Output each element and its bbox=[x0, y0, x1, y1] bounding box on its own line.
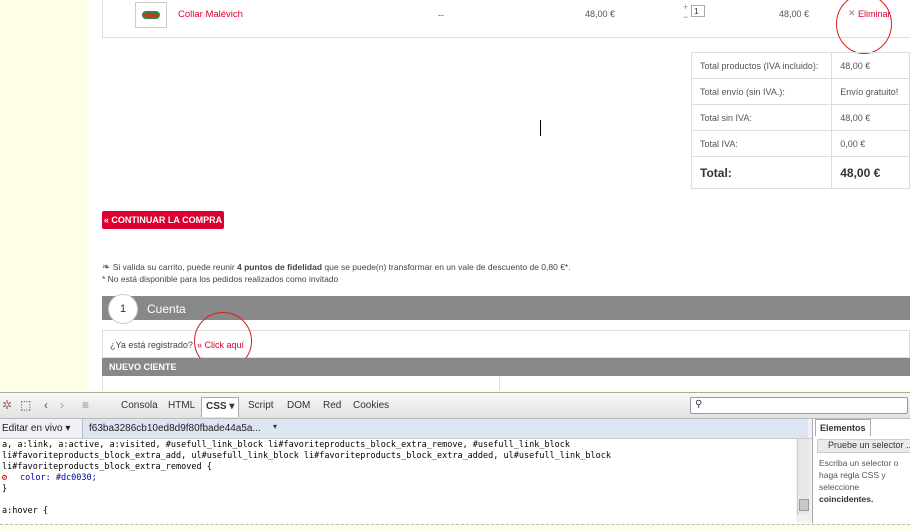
loyalty-points: 4 puntos de fidelidad bbox=[237, 262, 323, 272]
devtools-search-input[interactable]: ⚲ bbox=[690, 397, 908, 414]
grand-total-row: Total: 48,00 € bbox=[690, 156, 910, 189]
loyalty-text-post: que se puede(n) transformar en un vale d… bbox=[322, 262, 571, 272]
totals-value: 0,00 € bbox=[831, 130, 910, 157]
cart-product-row: Collar Malévich -- 48,00 € + − 1 48,00 €… bbox=[102, 0, 910, 38]
loyalty-message: ❧ Si valida su carrito, puede reunir 4 p… bbox=[102, 262, 571, 284]
totals-value: Envío gratuito! bbox=[831, 78, 910, 105]
quantity-stepper-up[interactable]: + bbox=[683, 3, 688, 12]
divider bbox=[0, 524, 910, 525]
cart-page: Collar Malévich -- 48,00 € + − 1 48,00 €… bbox=[88, 0, 910, 390]
cart-totals-table: Total productos (IVA incluido): 48,00 € … bbox=[690, 52, 910, 189]
forward-arrow-icon[interactable]: › bbox=[60, 398, 64, 412]
totals-row: Total sin IVA: 48,00 € bbox=[690, 104, 910, 131]
totals-label: Total IVA: bbox=[690, 130, 833, 157]
search-icon: ⚲ bbox=[695, 399, 703, 410]
totals-value: 48,00 € bbox=[831, 104, 910, 131]
new-client-body bbox=[102, 376, 910, 390]
tab-css-label: CSS bbox=[206, 401, 227, 412]
tab-css[interactable]: CSS ▾ bbox=[201, 397, 240, 417]
chevron-down-icon: ▾ bbox=[273, 422, 278, 431]
new-client-header: NUEVO CIENTE bbox=[102, 358, 910, 376]
quantity-field[interactable]: 1 bbox=[691, 5, 705, 17]
totals-value: 48,00 € bbox=[831, 52, 910, 79]
code-scrollbar[interactable] bbox=[797, 439, 809, 515]
code-line: a:hover { bbox=[2, 506, 49, 516]
product-unit-price: 48,00 € bbox=[585, 9, 616, 19]
grand-total-value: 48,00 € bbox=[831, 156, 910, 189]
back-arrow-icon[interactable]: ‹ bbox=[44, 398, 48, 412]
totals-label: Total productos (IVA incluido): bbox=[690, 52, 833, 79]
tab-red[interactable]: Red bbox=[323, 400, 341, 411]
loyalty-text-pre: Si valida su carrito, puede reunir bbox=[112, 262, 238, 272]
edit-live-label: Editar en vivo bbox=[2, 423, 63, 434]
text-cursor bbox=[540, 120, 541, 136]
code-line: li#favoriteproducts_block_extra_add, ul#… bbox=[2, 451, 611, 461]
product-thumbnail[interactable] bbox=[135, 2, 167, 28]
tab-script[interactable]: Script bbox=[248, 400, 274, 411]
elements-side-panel: Elementos Pruebe un selector ... Escriba… bbox=[812, 419, 910, 523]
firebug-icon[interactable]: ✲ bbox=[2, 398, 12, 412]
totals-label: Total sin IVA: bbox=[690, 104, 833, 131]
inspect-icon[interactable]: ⬚ bbox=[20, 398, 31, 412]
stylesheet-selector[interactable]: f63ba3286cb10ed8d9f80fbade44a5a... ▾ bbox=[82, 419, 808, 438]
loyalty-icon: ❧ bbox=[102, 262, 111, 273]
totals-row: Total IVA: 0,00 € bbox=[690, 130, 910, 157]
product-name-link[interactable]: Collar Malévich bbox=[178, 9, 243, 20]
selector-input[interactable]: Pruebe un selector ... bbox=[817, 439, 910, 453]
loyalty-note: * No está disponible para los pedidos re… bbox=[102, 274, 339, 284]
registered-question: ¿Ya está registrado? bbox=[110, 340, 193, 350]
menu-icon[interactable]: ≡ bbox=[82, 398, 89, 412]
tab-console[interactable]: Consola bbox=[121, 400, 158, 411]
grand-total-label: Total: bbox=[690, 156, 833, 189]
selector-help-text: Escriba un selector o haga regla CSS y s… bbox=[819, 457, 910, 505]
quantity-stepper-down[interactable]: − bbox=[683, 13, 688, 22]
edit-live-dropdown[interactable]: Editar en vivo ▾ bbox=[2, 423, 70, 434]
css-edit-bar: Editar en vivo ▾ f63ba3286cb10ed8d9f80fb… bbox=[0, 419, 910, 439]
code-line: } bbox=[2, 484, 8, 494]
css-code-view[interactable]: a, a:link, a:active, a:visited, #usefull… bbox=[0, 439, 796, 523]
code-line: color: #dc0030; bbox=[20, 473, 97, 483]
product-total: 48,00 € bbox=[779, 9, 810, 19]
totals-row: Total envío (sin IVA.): Envío gratuito! bbox=[690, 78, 910, 105]
tab-dom[interactable]: DOM bbox=[287, 400, 310, 411]
totals-row: Total productos (IVA incluido): 48,00 € bbox=[690, 52, 910, 79]
annotation-circle bbox=[836, 0, 892, 54]
totals-label: Total envío (sin IVA.): bbox=[690, 78, 833, 105]
account-step-title: Cuenta bbox=[147, 302, 186, 316]
product-availability: -- bbox=[438, 10, 444, 20]
selector-help-pre: Escriba un selector o haga regla CSS y s… bbox=[819, 458, 899, 492]
step-number: 1 bbox=[108, 294, 138, 324]
continue-shopping-button[interactable]: « CONTINUAR LA COMPRA bbox=[102, 211, 224, 229]
tab-cookies[interactable]: Cookies bbox=[353, 400, 389, 411]
stylesheet-name: f63ba3286cb10ed8d9f80fbade44a5a... bbox=[89, 423, 261, 434]
code-line: a, a:link, a:active, a:visited, #usefull… bbox=[2, 440, 571, 450]
tab-html[interactable]: HTML bbox=[168, 400, 195, 411]
tab-elementos[interactable]: Elementos bbox=[815, 419, 871, 436]
firebug-panel: ✲ ⬚ ‹ › ≡ Consola HTML CSS ▾ Script DOM … bbox=[0, 392, 910, 523]
firebug-toolbar: ✲ ⬚ ‹ › ≡ Consola HTML CSS ▾ Script DOM … bbox=[0, 393, 910, 419]
selector-help-bold: coincidentes. bbox=[819, 494, 874, 504]
scrollbar-thumb[interactable] bbox=[799, 499, 809, 511]
disable-rule-icon[interactable]: ⊘ bbox=[2, 473, 7, 483]
code-line: li#favoriteproducts_block_extra_removed … bbox=[2, 462, 212, 472]
